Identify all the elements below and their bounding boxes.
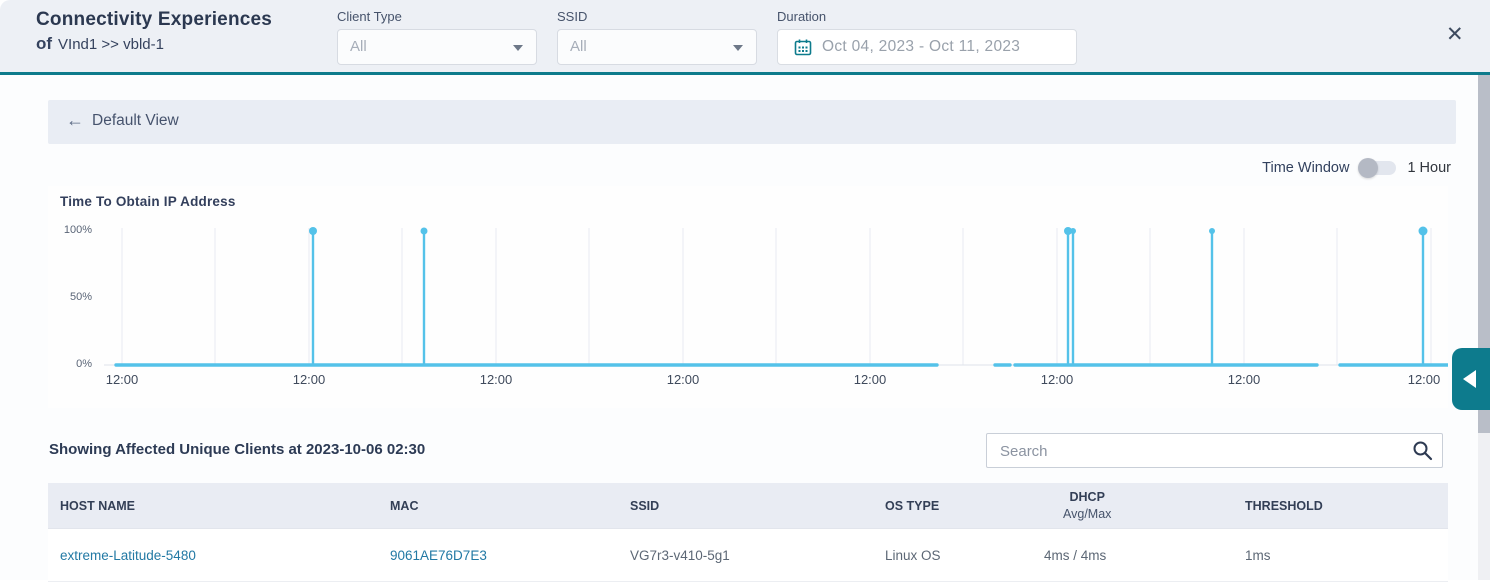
series-spike-marker <box>1419 227 1428 236</box>
cell-mac[interactable]: 9061AE76D7E3 <box>380 548 620 563</box>
page-title: Connectivity Experiences ofVInd1 >> vbld… <box>36 9 272 54</box>
dhcp-header-main: DHCP <box>1063 490 1111 504</box>
series-spike-marker <box>309 227 317 235</box>
col-header-mac: MAC <box>380 499 620 513</box>
search-icon[interactable] <box>1412 440 1433 461</box>
series-spike-marker <box>421 228 428 235</box>
x-axis-tick-label: 12:00 <box>1408 372 1441 387</box>
x-axis-tick-label: 12:00 <box>667 372 700 387</box>
series-spike-marker <box>1070 228 1076 234</box>
collapse-panel-button[interactable] <box>1452 348 1490 410</box>
duration-label: Duration <box>777 9 1077 24</box>
breadcrumb: ofVInd1 >> vbld-1 <box>36 34 272 54</box>
page-title-line1: Connectivity Experiences <box>36 9 272 31</box>
affected-clients-table: HOST NAME MAC SSID OS TYPE DHCP Avg/Max … <box>48 483 1448 582</box>
cell-dhcp: 4ms / 4ms <box>1035 548 1235 563</box>
table-body: extreme-Latitude-54809061AE76D7E3VG7r3-v… <box>48 529 1448 582</box>
x-axis-tick-label: 12:00 <box>293 372 326 387</box>
series-spike-marker <box>1209 228 1215 234</box>
x-axis-tick-label: 12:00 <box>480 372 513 387</box>
col-header-threshold: THRESHOLD <box>1235 499 1448 513</box>
duration-filter: Duration Oct 04, 2023 - Oct <box>777 9 1077 65</box>
ssid-filter: SSID All <box>557 9 757 65</box>
search-input[interactable] <box>998 438 1402 465</box>
table-header-row: HOST NAME MAC SSID OS TYPE DHCP Avg/Max … <box>48 483 1448 529</box>
col-header-host-name: HOST NAME <box>48 499 380 513</box>
view-title: Default View <box>92 112 179 130</box>
duration-picker[interactable]: Oct 04, 2023 - Oct 11, 2023 <box>777 29 1077 65</box>
dhcp-header-sub: Avg/Max <box>1063 507 1111 521</box>
ssid-label: SSID <box>557 9 757 24</box>
x-axis-tick-label: 12:00 <box>1228 372 1261 387</box>
dialog-body: ← Default View Time Window 1 Hour Time T… <box>0 75 1490 580</box>
time-window-control: Time Window 1 Hour <box>1262 160 1451 176</box>
cell-os: Linux OS <box>875 548 1035 563</box>
caret-down-icon <box>733 45 743 51</box>
time-window-label: Time Window <box>1262 160 1349 176</box>
toggle-knob[interactable] <box>1358 158 1378 178</box>
ssid-value: All <box>570 38 587 55</box>
client-type-filter: Client Type All <box>337 9 537 65</box>
caret-down-icon <box>513 45 523 51</box>
scrollbar-track[interactable] <box>1478 75 1490 580</box>
table-row: extreme-Latitude-54809061AE76D7E3VG7r3-v… <box>48 529 1448 582</box>
close-button[interactable]: ✕ <box>1446 24 1464 45</box>
client-type-value: All <box>350 38 367 55</box>
affected-clients-title: Showing Affected Unique Clients at 2023-… <box>49 441 425 458</box>
time-window-toggle[interactable] <box>1360 161 1396 175</box>
client-type-label: Client Type <box>337 9 537 24</box>
cell-ssid: VG7r3-v410-5g1 <box>620 548 875 563</box>
calendar-icon <box>794 38 812 56</box>
col-header-os-type: OS TYPE <box>875 499 1035 513</box>
col-header-dhcp: DHCP Avg/Max <box>1035 490 1235 521</box>
x-axis-tick-label: 12:00 <box>1041 372 1074 387</box>
client-type-select[interactable]: All <box>337 29 537 65</box>
duration-value: Oct 04, 2023 - Oct 11, 2023 <box>822 38 1020 56</box>
time-window-value: 1 Hour <box>1407 160 1451 176</box>
chart-panel: Time To Obtain IP Address 100%50%0% 12:0… <box>48 186 1448 408</box>
x-axis-tick-label: 12:00 <box>106 372 139 387</box>
back-arrow-icon[interactable]: ← <box>66 110 84 131</box>
site-path: VInd1 >> vbld-1 <box>58 36 164 53</box>
x-axis-tick-label: 12:00 <box>854 372 887 387</box>
cell-host[interactable]: extreme-Latitude-5480 <box>48 548 380 563</box>
chevron-left-icon <box>1463 370 1476 388</box>
back-to-default-view[interactable]: ← Default View <box>48 100 1456 144</box>
search-box <box>986 433 1443 468</box>
ip-chart-svg[interactable]: 12:00 12:00 12:00 12:00 12:00 12:00 12:00 12:00 <box>48 186 1448 408</box>
dialog-header: Connectivity Experiences ofVInd1 >> vbld… <box>0 0 1490 72</box>
col-header-ssid: SSID <box>620 499 875 513</box>
cell-threshold: 1ms <box>1235 548 1448 563</box>
ssid-select[interactable]: All <box>557 29 757 65</box>
